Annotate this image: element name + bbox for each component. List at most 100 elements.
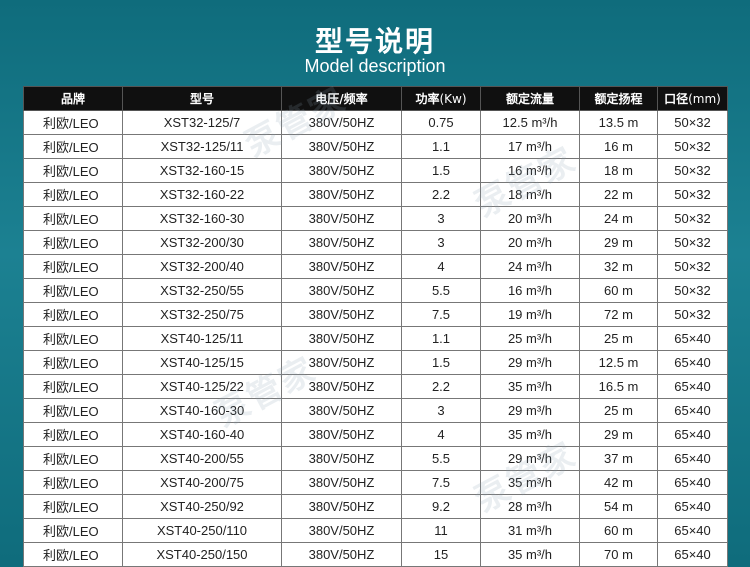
caliber-cell: 50×32 <box>657 206 728 231</box>
table-row: 利欧/LEO XST40-125/11 380V/50HZ 1.1 25 m³/h 25 … <box>23 326 728 351</box>
brand-cell: 利欧/LEO <box>23 422 123 447</box>
power-cell: 1.1 <box>401 134 481 159</box>
flow-cell: 35 m³/h <box>480 422 580 447</box>
brand-cell: 利欧/LEO <box>23 398 123 423</box>
column-header-label: 型号 <box>189 92 214 106</box>
head-cell: 32 m <box>579 254 658 279</box>
table-row: 利欧/LEO XST32-250/75 380V/50HZ 7.5 19 m³/h 72 … <box>23 302 728 327</box>
page-title: 型号说明 <box>314 25 435 58</box>
caliber-cell: 50×32 <box>657 158 728 183</box>
brand-cell: 利欧/LEO <box>23 542 123 567</box>
voltage-cell: 380V/50HZ <box>281 182 402 207</box>
model-cell: XST40-250/150 <box>122 542 282 567</box>
brand-cell: 利欧/LEO <box>23 134 123 159</box>
column-header-label: 额定流量 <box>505 92 554 106</box>
flow-cell: 12.5 m³/h <box>480 110 580 135</box>
caliber-cell: 50×32 <box>657 254 728 279</box>
voltage-cell: 380V/50HZ <box>281 398 402 423</box>
table-row: 利欧/LEO XST32-160-30 380V/50HZ 3 20 m³/h 24 m5… <box>23 206 728 231</box>
caliber-cell: 65×40 <box>657 542 728 567</box>
column-header: 型号 <box>122 86 282 111</box>
table-row: 利欧/LEO XST32-125/7 380V/50HZ 0.75 12.5 m³/h 1… <box>23 110 728 135</box>
table-row: 利欧/LEO XST40-125/15 380V/50HZ 1.5 29 m³/h 12.… <box>23 350 728 375</box>
table-row: 利欧/LEO XST32-125/11 380V/50HZ 1.1 17 m³/h 16 … <box>23 134 728 159</box>
flow-cell: 25 m³/h <box>480 326 580 351</box>
power-cell: 3 <box>401 230 481 255</box>
caliber-cell: 50×32 <box>657 230 728 255</box>
power-cell: 15 <box>401 542 481 567</box>
column-header-label: 额定扬程 <box>594 92 643 106</box>
table-header-row: 品牌 型号 电压/频率 功率(Kw) 额定流量 额定扬程 口径(mm) <box>23 86 728 111</box>
voltage-cell: 380V/50HZ <box>281 350 402 375</box>
brand-cell: 利欧/LEO <box>23 518 123 543</box>
head-cell: 16 m <box>579 134 658 159</box>
caliber-cell: 50×32 <box>657 278 728 303</box>
voltage-cell: 380V/50HZ <box>281 278 402 303</box>
brand-cell: 利欧/LEO <box>23 110 123 135</box>
head-cell: 54 m <box>579 494 658 519</box>
brand-cell: 利欧/LEO <box>23 278 123 303</box>
head-cell: 42 m <box>579 470 658 495</box>
voltage-cell: 380V/50HZ <box>281 374 402 399</box>
brand-cell: 利欧/LEO <box>23 446 123 471</box>
power-cell: 1.1 <box>401 326 481 351</box>
model-cell: XST32-250/55 <box>122 278 282 303</box>
caliber-cell: 65×40 <box>657 350 728 375</box>
power-cell: 9.2 <box>401 494 481 519</box>
caliber-cell: 65×40 <box>657 494 728 519</box>
table-row: 利欧/LEO XST32-200/40 380V/50HZ 4 24 m³/h 32 m5… <box>23 254 728 279</box>
voltage-cell: 380V/50HZ <box>281 326 402 351</box>
head-cell: 25 m <box>579 398 658 423</box>
brand-cell: 利欧/LEO <box>23 470 123 495</box>
brand-cell: 利欧/LEO <box>23 230 123 255</box>
power-cell: 1.5 <box>401 158 481 183</box>
model-cell: XST40-160-30 <box>122 398 282 423</box>
table-row: 利欧/LEO XST40-250/92 380V/50HZ 9.2 28 m³/h 54 … <box>23 494 728 519</box>
brand-cell: 利欧/LEO <box>23 326 123 351</box>
head-cell: 70 m <box>579 542 658 567</box>
head-cell: 60 m <box>579 518 658 543</box>
caliber-cell: 65×40 <box>657 326 728 351</box>
power-cell: 11 <box>401 518 481 543</box>
column-header-label: 电压/频率 <box>315 92 368 106</box>
caliber-cell: 65×40 <box>657 470 728 495</box>
flow-cell: 19 m³/h <box>480 302 580 327</box>
head-cell: 37 m <box>579 446 658 471</box>
caliber-cell: 50×32 <box>657 134 728 159</box>
voltage-cell: 380V/50HZ <box>281 254 402 279</box>
model-cell: XST32-125/11 <box>122 134 282 159</box>
column-header: 额定流量 <box>480 86 580 111</box>
brand-cell: 利欧/LEO <box>23 254 123 279</box>
caliber-cell: 65×40 <box>657 398 728 423</box>
column-header: 额定扬程 <box>579 86 658 111</box>
voltage-cell: 380V/50HZ <box>281 470 402 495</box>
flow-cell: 29 m³/h <box>480 446 580 471</box>
power-cell: 0.75 <box>401 110 481 135</box>
flow-cell: 20 m³/h <box>480 206 580 231</box>
power-cell: 1.5 <box>401 350 481 375</box>
head-cell: 29 m <box>579 422 658 447</box>
table-row: 利欧/LEO XST32-160-22 380V/50HZ 2.2 18 m³/h 22 … <box>23 182 728 207</box>
flow-cell: 20 m³/h <box>480 230 580 255</box>
head-cell: 18 m <box>579 158 658 183</box>
model-cell: XST40-250/92 <box>122 494 282 519</box>
flow-cell: 24 m³/h <box>480 254 580 279</box>
voltage-cell: 380V/50HZ <box>281 518 402 543</box>
caliber-cell: 65×40 <box>657 518 728 543</box>
column-header: 口径(mm) <box>657 86 728 111</box>
head-cell: 13.5 m <box>579 110 658 135</box>
voltage-cell: 380V/50HZ <box>281 110 402 135</box>
model-cell: XST40-160-40 <box>122 422 282 447</box>
column-header-label: 口径 <box>664 92 689 106</box>
brand-cell: 利欧/LEO <box>23 494 123 519</box>
model-cell: XST32-200/30 <box>122 230 282 255</box>
model-cell: XST32-200/40 <box>122 254 282 279</box>
flow-cell: 35 m³/h <box>480 470 580 495</box>
voltage-cell: 380V/50HZ <box>281 302 402 327</box>
power-cell: 4 <box>401 422 481 447</box>
flow-cell: 16 m³/h <box>480 278 580 303</box>
voltage-cell: 380V/50HZ <box>281 206 402 231</box>
flow-cell: 28 m³/h <box>480 494 580 519</box>
brand-cell: 利欧/LEO <box>23 350 123 375</box>
power-cell: 5.5 <box>401 278 481 303</box>
